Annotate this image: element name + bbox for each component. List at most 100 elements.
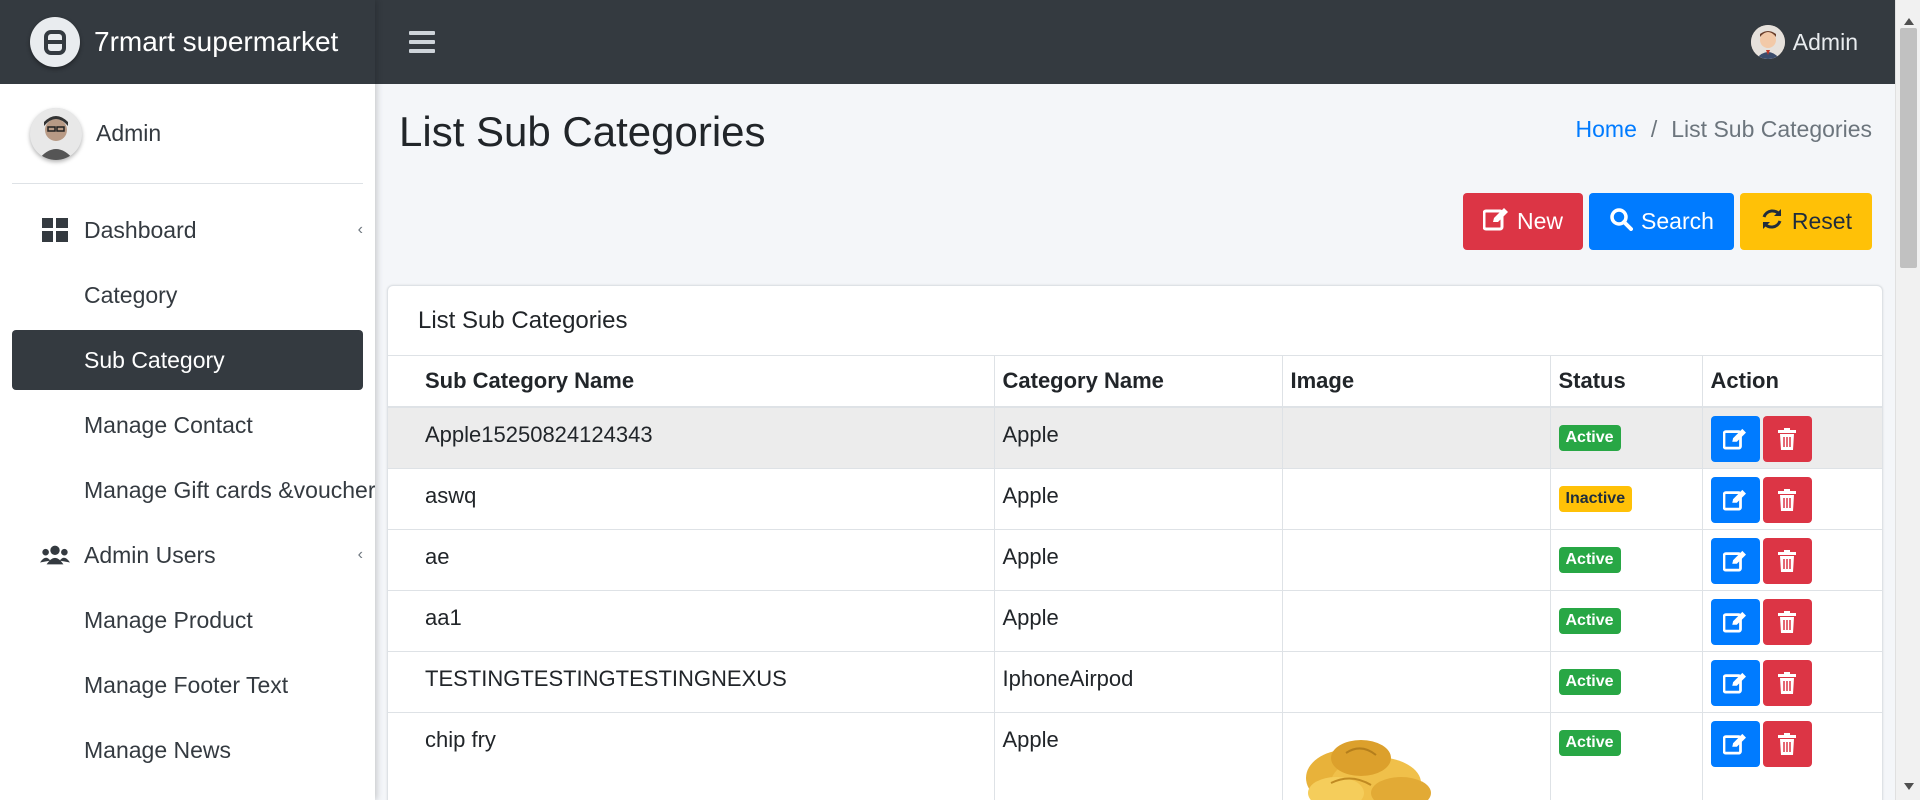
edit-button[interactable]	[1710, 537, 1760, 584]
reset-button[interactable]: Reset	[1739, 193, 1872, 250]
image-cell	[1282, 407, 1551, 469]
image-cell	[1282, 529, 1551, 591]
toolbar: New Search Reset	[1463, 193, 1872, 250]
status-cell: Active	[1550, 529, 1703, 591]
status-badge[interactable]: Active	[1558, 607, 1621, 634]
scroll-down-arrow-icon[interactable]	[1904, 783, 1914, 790]
edit-button[interactable]	[1710, 416, 1760, 462]
scrollbar-thumb[interactable]	[1900, 28, 1917, 268]
new-button-label: New	[1517, 208, 1564, 234]
sidebar-item-label: Category	[84, 281, 178, 308]
status-badge[interactable]: Active	[1558, 668, 1621, 695]
breadcrumb-current: List Sub Categories	[1671, 116, 1872, 142]
table-row: chip fry Apple Active	[388, 712, 1882, 800]
sidebar-item-label: Manage Footer Text	[84, 671, 289, 698]
user-menu[interactable]: Admin	[1750, 0, 1858, 84]
status-badge[interactable]: Active	[1558, 425, 1621, 451]
sidebar-item-manage-contact[interactable]: Manage Contact	[12, 395, 363, 455]
brand-logo-icon	[30, 17, 80, 67]
top-navbar: Admin	[375, 0, 1895, 84]
category-name: Apple	[994, 407, 1283, 469]
category-name: Apple	[994, 712, 1283, 800]
sidebar-item-category[interactable]: Category	[12, 265, 363, 325]
edit-icon	[1723, 428, 1746, 450]
scroll-up-arrow-icon[interactable]	[1904, 18, 1914, 25]
delete-button[interactable]	[1762, 659, 1812, 706]
status-cell: Active	[1550, 407, 1703, 469]
sidebar-item-label: Manage Gift cards &voucher	[84, 476, 375, 503]
avatar	[30, 107, 82, 160]
table-row: aswq Apple Inactive	[388, 468, 1882, 530]
edit-button[interactable]	[1710, 598, 1760, 645]
table-row: aa1 Apple Active	[388, 590, 1882, 652]
sidebar-item-manage-news[interactable]: Manage News	[12, 720, 363, 780]
image-cell	[1282, 468, 1551, 530]
category-name: Apple	[994, 529, 1283, 591]
table-row: TESTINGTESTINGTESTINGNEXUS IphoneAirpod …	[388, 651, 1882, 713]
status-badge[interactable]: Inactive	[1558, 485, 1633, 512]
avatar	[1750, 25, 1785, 59]
column-header: Category Name	[994, 356, 1283, 408]
image-cell	[1282, 590, 1551, 652]
chevron-left-icon: ‹	[357, 546, 363, 563]
action-cell	[1702, 651, 1882, 713]
sidebar-item-label: Sub Category	[84, 346, 225, 373]
delete-button[interactable]	[1762, 476, 1812, 523]
trash-icon	[1778, 488, 1796, 511]
sidebar-nav: Dashboard ‹ Category Sub Category Manage…	[0, 184, 375, 780]
sub-category-name: TESTINGTESTINGTESTINGNEXUS	[388, 651, 995, 713]
trash-icon	[1778, 549, 1796, 572]
sub-category-name: aswq	[388, 468, 995, 530]
action-cell	[1702, 590, 1882, 652]
edit-button[interactable]	[1710, 476, 1760, 523]
status-badge[interactable]: Active	[1558, 546, 1621, 573]
new-button[interactable]: New	[1463, 193, 1584, 250]
sub-category-name: chip fry	[388, 712, 995, 800]
edit-icon	[1482, 207, 1509, 237]
menu-toggle-icon[interactable]	[409, 31, 435, 53]
breadcrumb-home-link[interactable]: Home	[1576, 116, 1637, 143]
sidebar-user-name: Admin	[96, 120, 162, 146]
trash-icon	[1778, 428, 1796, 450]
category-name: Apple	[994, 590, 1283, 652]
action-cell	[1702, 407, 1882, 469]
edit-icon	[1723, 550, 1746, 572]
users-icon	[40, 540, 70, 570]
sidebar-item-manage-product[interactable]: Manage Product	[12, 590, 363, 650]
category-name: IphoneAirpod	[994, 651, 1283, 713]
edit-button[interactable]	[1710, 659, 1760, 706]
delete-button[interactable]	[1762, 537, 1812, 584]
edit-icon	[1723, 489, 1746, 511]
table-header-row: Sub Category Name Category Name Image St…	[388, 356, 1882, 408]
sidebar-item-dashboard[interactable]: Dashboard ‹	[12, 200, 363, 260]
status-cell: Active	[1550, 651, 1703, 713]
dashboard-icon	[40, 215, 70, 245]
status-cell: Active	[1550, 590, 1703, 652]
search-button-label: Search	[1641, 208, 1714, 234]
edit-icon	[1723, 733, 1746, 755]
sidebar-item-manage-gift-cards[interactable]: Manage Gift cards &voucher	[12, 460, 375, 520]
sub-category-name: Apple15250824124343	[388, 407, 995, 469]
sidebar-item-sub-category[interactable]: Sub Category	[12, 330, 363, 390]
chips-product-image	[1305, 739, 1431, 800]
status-cell: Inactive	[1550, 468, 1703, 530]
breadcrumb-separator: /	[1650, 116, 1658, 142]
action-cell	[1702, 468, 1882, 530]
sidebar-item-label: Manage Product	[84, 606, 253, 633]
page-scrollbar[interactable]	[1895, 0, 1920, 800]
sidebar-item-admin-users[interactable]: Admin Users ‹	[12, 525, 363, 585]
column-header: Image	[1282, 356, 1551, 408]
trash-icon	[1778, 671, 1796, 694]
search-button[interactable]: Search	[1589, 193, 1734, 250]
brand-link[interactable]: 7rmart supermarket	[0, 0, 375, 84]
column-header: Action	[1702, 356, 1882, 408]
status-badge[interactable]: Active	[1558, 729, 1621, 756]
sub-categories-card: List Sub Categories Sub Category Name Ca…	[387, 285, 1883, 800]
sidebar-user-panel[interactable]: Admin	[12, 84, 363, 184]
delete-button[interactable]	[1762, 416, 1812, 462]
sidebar-item-manage-footer-text[interactable]: Manage Footer Text	[12, 655, 363, 715]
delete-button[interactable]	[1762, 598, 1812, 645]
edit-button[interactable]	[1710, 720, 1760, 767]
sidebar-item-label: Manage News	[84, 736, 232, 763]
delete-button[interactable]	[1762, 720, 1812, 767]
